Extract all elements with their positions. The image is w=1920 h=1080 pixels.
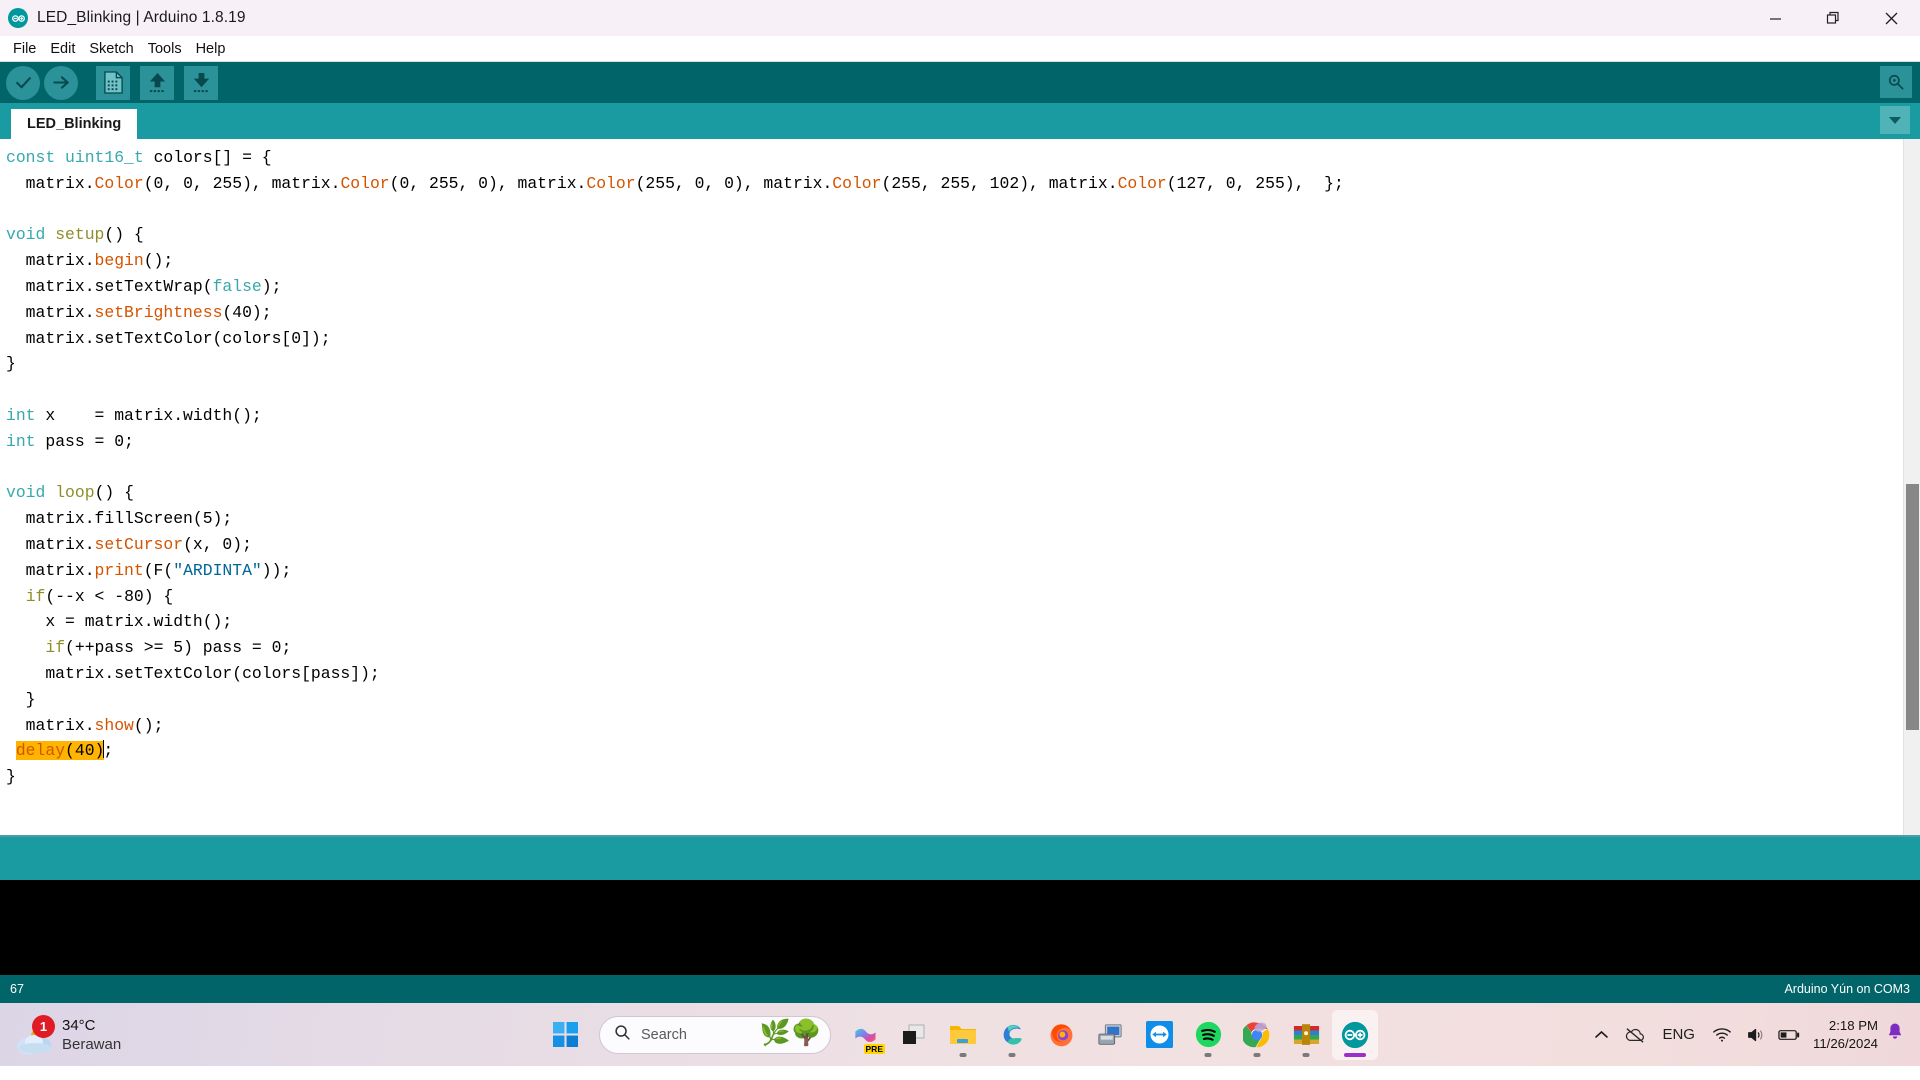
speaker-icon[interactable] <box>1739 1015 1773 1055</box>
close-button[interactable] <box>1862 0 1920 36</box>
status-bar: 67 Arduino Yún on COM3 <box>0 975 1920 1003</box>
google-chrome-icon[interactable] <box>1234 1010 1280 1060</box>
copilot-preview-label: PRE <box>863 1043 885 1054</box>
code-line: const uint16_t colors[] = { <box>6 148 272 167</box>
tab-led-blinking[interactable]: LED_Blinking <box>11 109 138 139</box>
upload-button[interactable] <box>44 65 78 100</box>
arduino-infinity-icon <box>8 8 28 28</box>
running-indicator <box>1008 1053 1016 1057</box>
battery-icon[interactable] <box>1773 1015 1807 1055</box>
onedrive-offline-icon[interactable] <box>1618 1015 1652 1055</box>
code-line: matrix.begin(); <box>6 251 174 271</box>
firefox-icon[interactable] <box>1038 1010 1084 1060</box>
code-line: matrix.print(F("ARDINTA")); <box>6 560 292 580</box>
restore-icon[interactable] <box>1804 0 1862 36</box>
code-line: matrix.fillScreen(5); <box>6 509 233 529</box>
chevron-up-icon[interactable] <box>1584 1015 1618 1055</box>
code-line: void setup() { <box>6 225 144 245</box>
code-line: } <box>6 767 16 787</box>
system-tray: ENG 2:18 PM 11/26/2024 <box>1584 1003 1920 1066</box>
file-explorer-icon[interactable] <box>940 1010 986 1060</box>
weather-widget[interactable]: 1 34°C Berawan <box>14 1014 122 1055</box>
microsoft-edge-icon[interactable] <box>989 1010 1035 1060</box>
spotify-icon[interactable] <box>1185 1010 1231 1060</box>
verify-button[interactable] <box>6 65 40 100</box>
bell-icon[interactable] <box>1886 1022 1914 1047</box>
code-line: } <box>6 689 36 709</box>
code-line: int pass = 0; <box>6 431 134 451</box>
olive-branch-bonsai-icon: 🌿🌳 <box>759 1018 822 1047</box>
wifi-icon[interactable] <box>1705 1015 1739 1055</box>
code-editor-area[interactable]: const uint16_t colors[] = { matrix.Color… <box>0 139 1920 835</box>
chevron-down-icon[interactable] <box>1880 106 1910 134</box>
winrar-icon[interactable] <box>1283 1010 1329 1060</box>
code-line: matrix.Color(0, 0, 255), matrix.Color(0,… <box>6 173 1344 193</box>
arduino-ide-icon[interactable] <box>1332 1009 1378 1060</box>
code-line: if(--x < -80) { <box>25 586 174 606</box>
tab-label: LED_Blinking <box>27 116 122 132</box>
menu-file[interactable]: File <box>6 37 43 61</box>
copilot-icon[interactable]: PRE <box>842 1010 888 1060</box>
code-line: delay(40); <box>15 740 114 761</box>
console-output-panel <box>0 880 1920 975</box>
magnifier-serial-monitor-icon[interactable] <box>1880 66 1912 98</box>
new-file-button[interactable] <box>96 65 130 100</box>
menu-bar: File Edit Sketch Tools Help <box>0 36 1920 62</box>
code-line: matrix.show(); <box>6 715 164 735</box>
code-line: matrix.setTextColor(colors[pass]); <box>6 663 380 683</box>
running-indicator <box>1253 1053 1261 1057</box>
code-line: matrix.setCursor(x, 0); <box>6 534 252 554</box>
board-port-indicator: Arduino Yún on COM3 <box>1784 982 1910 996</box>
running-indicator <box>959 1053 967 1057</box>
code-line: if(++pass >= 5) pass = 0; <box>45 638 292 658</box>
window-title: LED_Blinking | Arduino 1.8.19 <box>37 9 246 26</box>
running-indicator <box>1204 1053 1212 1057</box>
clock-time: 2:18 PM <box>1828 1018 1878 1033</box>
weather-condition: Berawan <box>62 1035 122 1053</box>
code-line: } <box>6 354 16 374</box>
code-line: int x = matrix.width(); <box>6 405 262 425</box>
editor-vertical-scrollbar[interactable] <box>1903 139 1920 835</box>
open-file-button[interactable] <box>140 65 174 100</box>
weather-temperature: 34°C <box>62 1016 96 1034</box>
code-editor[interactable]: const uint16_t colors[] = { matrix.Color… <box>0 139 1920 790</box>
menu-help[interactable]: Help <box>189 37 233 61</box>
minimize-button[interactable] <box>1746 0 1804 36</box>
toolbar <box>0 62 1920 103</box>
menu-edit[interactable]: Edit <box>43 37 82 61</box>
code-line: matrix.setBrightness(40); <box>6 302 272 322</box>
notification-badge: 1 <box>32 1014 55 1038</box>
running-indicator <box>1302 1053 1310 1057</box>
sketch-tab-bar: LED_Blinking <box>0 103 1920 139</box>
title-bar: LED_Blinking | Arduino 1.8.19 <box>0 0 1920 36</box>
windows-taskbar: 1 34°C Berawan Search 🌿🌳 PRE ENG 2:18 PM… <box>0 1003 1920 1066</box>
save-file-button[interactable] <box>184 65 218 100</box>
search-icon <box>614 1024 631 1046</box>
clock-date: 11/26/2024 <box>1812 1035 1878 1051</box>
taskbar-center-group: Search 🌿🌳 PRE <box>542 1009 1378 1060</box>
window-controls <box>1746 0 1920 36</box>
search-placeholder: Search <box>641 1026 687 1043</box>
code-line: x = matrix.width(); <box>6 612 233 632</box>
task-view-icon[interactable] <box>891 1010 937 1060</box>
scrollbar-thumb[interactable] <box>1906 484 1919 730</box>
menu-tools[interactable]: Tools <box>141 37 189 61</box>
line-number-indicator: 67 <box>10 982 24 996</box>
clock[interactable]: 2:18 PM 11/26/2024 <box>1807 1017 1886 1052</box>
windows-start-icon[interactable] <box>542 1012 588 1058</box>
code-line: matrix.setTextColor(colors[0]); <box>6 328 331 348</box>
search-input[interactable]: Search 🌿🌳 <box>599 1015 831 1054</box>
active-indicator <box>1344 1052 1366 1057</box>
cloud-icon: 1 <box>14 1014 58 1055</box>
code-line: matrix.setTextWrap(false); <box>6 276 282 296</box>
code-line: void loop() { <box>6 483 134 503</box>
menu-sketch[interactable]: Sketch <box>82 37 140 61</box>
teamviewer-icon[interactable] <box>1136 1010 1182 1060</box>
remote-desktop-icon[interactable] <box>1087 1010 1133 1060</box>
language-indicator[interactable]: ENG <box>1652 1026 1705 1043</box>
status-message-strip <box>0 835 1920 880</box>
